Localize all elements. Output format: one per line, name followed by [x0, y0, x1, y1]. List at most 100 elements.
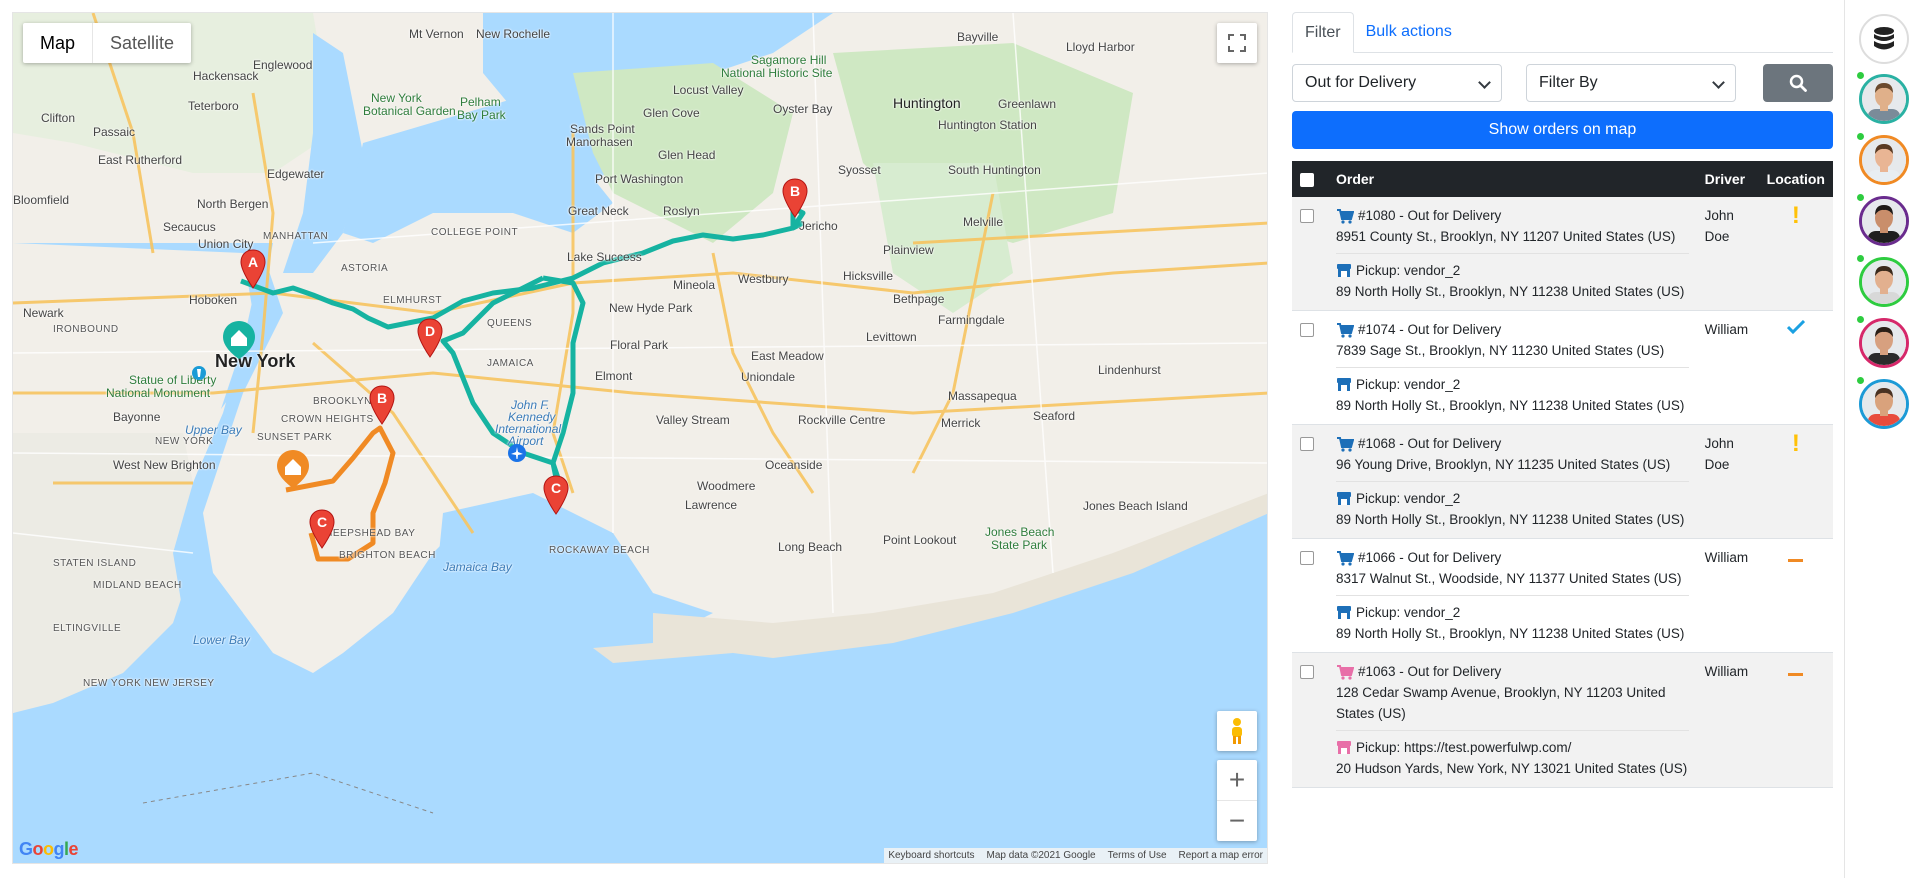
map-label: ASTORIA: [341, 263, 389, 274]
driver-avatar[interactable]: [1859, 318, 1909, 368]
driver-avatar[interactable]: [1859, 196, 1909, 246]
pickup-address: 20 Hudson Yards, New York, NY 13021 Unit…: [1336, 761, 1688, 776]
route-stop-marker-a[interactable]: A: [240, 249, 266, 289]
search-button[interactable]: [1763, 64, 1833, 102]
order-title-link[interactable]: #1066 - Out for Delivery: [1358, 547, 1501, 568]
avatar-image: [1862, 138, 1906, 182]
home-marker-orange[interactable]: [275, 448, 311, 490]
order-address: 96 Young Drive, Brooklyn, NY 11235 Unite…: [1336, 457, 1671, 472]
airport-icon: [508, 444, 526, 462]
fullscreen-icon: [1228, 34, 1246, 52]
row-checkbox[interactable]: [1300, 551, 1314, 565]
chevron-down-icon: [1712, 76, 1725, 89]
order-title-link[interactable]: #1068 - Out for Delivery: [1358, 433, 1501, 454]
row-checkbox[interactable]: [1300, 437, 1314, 451]
map-label: Uniondale: [741, 370, 796, 384]
table-row[interactable]: #1080 - Out for Delivery 8951 County St.,…: [1292, 197, 1833, 311]
terms-link[interactable]: Terms of Use: [1108, 850, 1167, 861]
map-label: Lindenhurst: [1098, 363, 1161, 377]
map-label: Valley Stream: [656, 413, 730, 427]
order-title-link[interactable]: #1063 - Out for Delivery: [1358, 661, 1501, 682]
map-type-map-button[interactable]: Map: [23, 23, 92, 63]
avatar-image: [1862, 382, 1906, 426]
zoom-control[interactable]: + −: [1217, 760, 1257, 841]
store-icon: [1337, 492, 1351, 505]
map-attribution: Keyboard shortcuts Map data ©2021 Google…: [884, 848, 1267, 863]
table-row[interactable]: #1066 - Out for Delivery 8317 Walnut St.,…: [1292, 538, 1833, 653]
map-label: Newark: [23, 306, 64, 320]
table-row[interactable]: #1063 - Out for Delivery 128 Cedar Swamp …: [1292, 652, 1833, 788]
marker-letter: C: [316, 514, 328, 530]
map-label: East Rutherford: [98, 153, 183, 167]
driver-avatar[interactable]: [1859, 257, 1909, 307]
keyboard-shortcuts-link[interactable]: Keyboard shortcuts: [888, 850, 974, 861]
route-stop-marker-c[interactable]: C: [309, 509, 335, 549]
fullscreen-button[interactable]: [1217, 23, 1257, 63]
pickup-label: Pickup: vendor_2: [1356, 377, 1461, 392]
warning-icon: !: [1791, 202, 1800, 229]
driver-avatar[interactable]: [1859, 379, 1909, 429]
report-error-link[interactable]: Report a map error: [1179, 850, 1263, 861]
map-label: NEW YORK NEW JERSEY: [83, 678, 215, 689]
store-icon: [1337, 378, 1351, 391]
cart-icon: [1337, 322, 1354, 338]
row-checkbox[interactable]: [1300, 323, 1314, 337]
map-label: BRIGHTON BEACH: [339, 550, 436, 561]
status-select[interactable]: Out for Delivery: [1292, 64, 1502, 102]
map-label: Bay Park: [457, 108, 506, 122]
store-icon: [1337, 264, 1351, 277]
location-cell: !: [1758, 424, 1833, 539]
order-title-link[interactable]: #1074 - Out for Delivery: [1358, 319, 1501, 340]
table-row[interactable]: #1074 - Out for Delivery 7839 Sage St., B…: [1292, 310, 1833, 425]
row-checkbox[interactable]: [1300, 665, 1314, 679]
map-label: Teterboro: [188, 99, 239, 113]
order-title-link[interactable]: #1080 - Out for Delivery: [1358, 205, 1501, 226]
map-container[interactable]: Mt Vernon New Rochelle Bayville Lloyd Ha…: [12, 12, 1268, 864]
location-cell: !: [1758, 197, 1833, 311]
map-label: Greenlawn: [998, 97, 1057, 111]
zoom-out-button[interactable]: −: [1217, 800, 1257, 840]
filter-row: Out for Delivery Filter By: [1292, 64, 1833, 102]
online-status-dot: [1857, 72, 1864, 79]
database-icon: [1874, 27, 1894, 50]
driver-avatar[interactable]: [1859, 74, 1909, 124]
pickup-address: 89 North Holly St., Brooklyn, NY 11238 U…: [1336, 626, 1685, 641]
street-view-button[interactable]: [1217, 711, 1257, 751]
map-label: Great Neck: [568, 204, 629, 218]
route-stop-marker-b[interactable]: B: [782, 178, 808, 218]
check-icon: [1786, 319, 1805, 335]
status-select-value: Out for Delivery: [1305, 74, 1417, 91]
table-row[interactable]: #1068 - Out for Delivery 96 Young Drive, …: [1292, 424, 1833, 539]
map-type-satellite-button[interactable]: Satellite: [92, 23, 191, 63]
tab-bulk-actions[interactable]: Bulk actions: [1354, 12, 1464, 52]
driver-avatar[interactable]: [1859, 135, 1909, 185]
tab-filter[interactable]: Filter: [1292, 12, 1354, 53]
map-label: IRONBOUND: [53, 324, 119, 335]
map-label: Huntington: [893, 95, 961, 111]
map-label: Lloyd Harbor: [1066, 40, 1135, 54]
map-label: Seaford: [1033, 409, 1076, 423]
zoom-in-button[interactable]: +: [1217, 760, 1257, 800]
database-button[interactable]: [1859, 14, 1909, 64]
row-checkbox[interactable]: [1300, 209, 1314, 223]
dash-icon: [1788, 673, 1804, 676]
driver-cell: William: [1696, 310, 1759, 425]
map-type-control[interactable]: Map Satellite: [23, 23, 192, 63]
route-stop-marker-b[interactable]: B: [369, 385, 395, 425]
map-label: Point Lookout: [883, 533, 957, 547]
filter-by-select[interactable]: Filter By: [1526, 64, 1736, 102]
map-label: South Huntington: [948, 163, 1041, 177]
select-all-checkbox[interactable]: [1300, 172, 1314, 187]
map-label: Lake Success: [567, 250, 642, 264]
orders-table: Order Driver Location #1080 - Out for De…: [1292, 161, 1833, 788]
map-label: Clifton: [41, 111, 76, 125]
route-stop-marker-d[interactable]: D: [417, 318, 443, 358]
home-marker-teal[interactable]: [221, 319, 257, 361]
show-orders-on-map-button[interactable]: Show orders on map: [1292, 111, 1833, 149]
map-label: National Monument: [106, 386, 211, 400]
pickup-address: 89 North Holly St., Brooklyn, NY 11238 U…: [1336, 512, 1685, 527]
driver-name: John Doe: [1704, 208, 1734, 244]
route-stop-marker-c[interactable]: C: [543, 475, 569, 515]
map-label: Bayonne: [113, 410, 161, 424]
warning-icon: !: [1791, 430, 1800, 457]
